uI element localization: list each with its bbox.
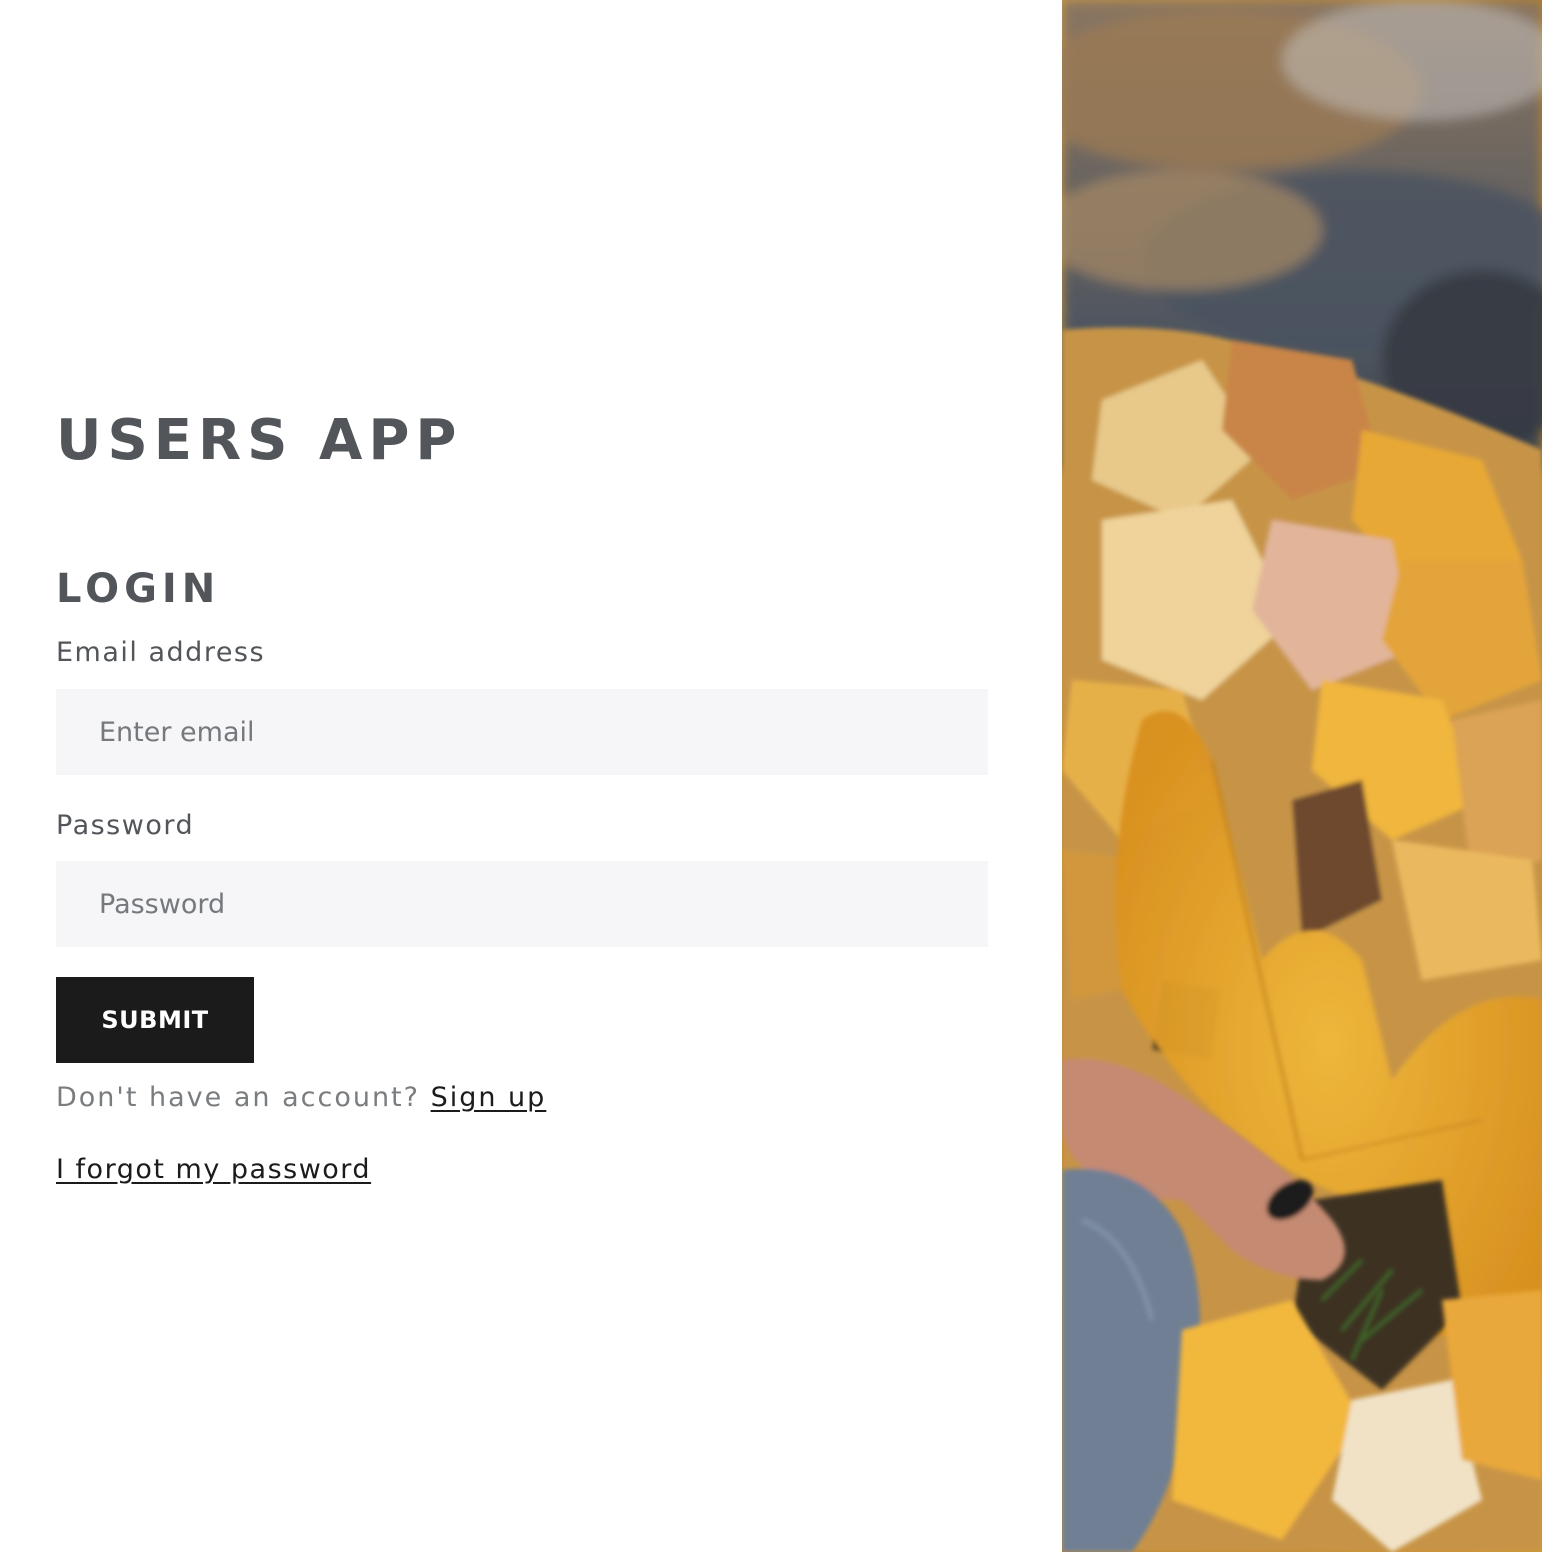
login-heading: LOGIN	[56, 566, 221, 612]
forgot-password-link[interactable]: I forgot my password	[56, 1152, 371, 1188]
hero-image	[1062, 0, 1542, 1552]
email-label: Email address	[56, 637, 266, 668]
password-field[interactable]	[56, 861, 988, 947]
signup-link[interactable]: Sign up	[431, 1082, 547, 1113]
signup-prompt-line: Don't have an account? Sign up	[56, 1080, 546, 1116]
app-title: USERS APP	[56, 408, 463, 473]
signup-prompt-text: Don't have an account?	[56, 1082, 420, 1113]
autumn-leaves-photo-icon	[1062, 0, 1542, 1552]
email-field[interactable]	[56, 689, 988, 775]
password-label: Password	[56, 810, 195, 841]
submit-button[interactable]: SUBMIT	[56, 977, 254, 1063]
login-page: USERS APP LOGIN Email address Password S…	[0, 0, 1542, 1552]
login-panel: USERS APP LOGIN Email address Password S…	[0, 0, 1062, 1552]
